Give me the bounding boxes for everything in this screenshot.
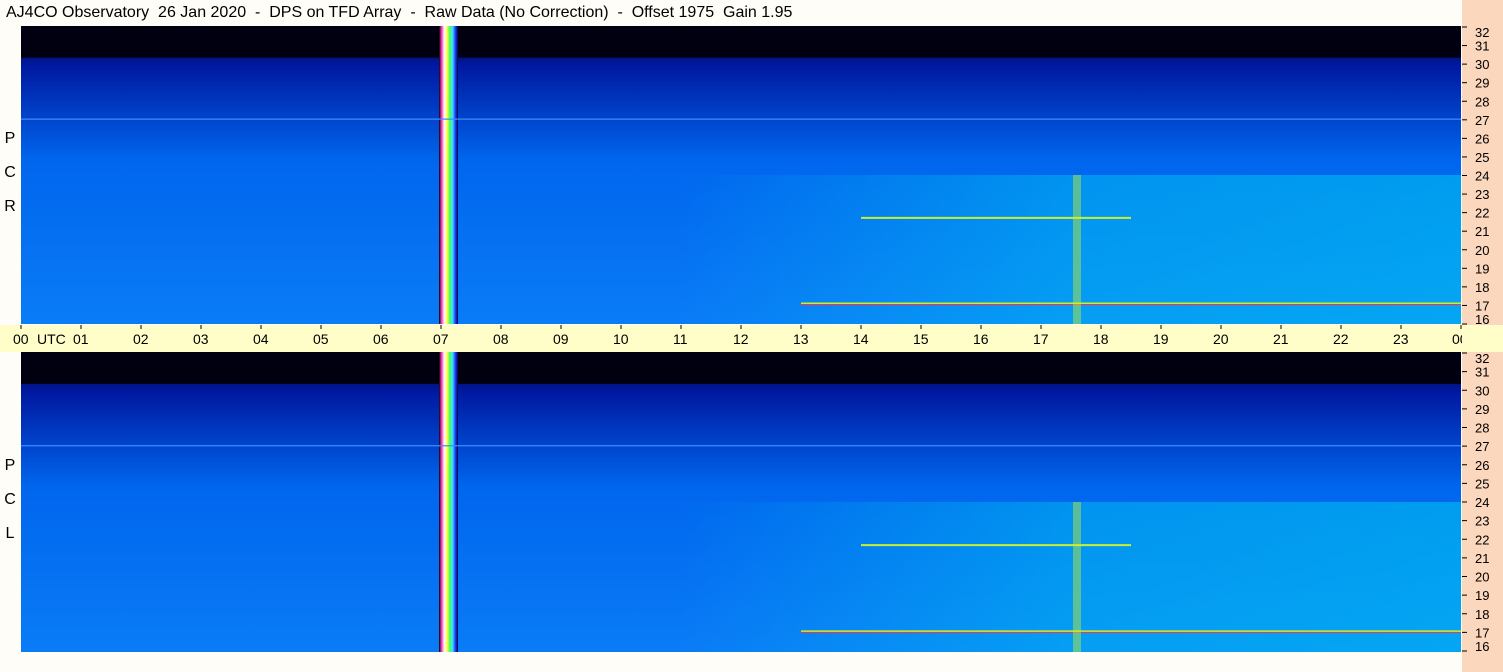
time-tick-label: 09: [553, 331, 569, 347]
frequency-tick-label: 16: [1475, 312, 1489, 325]
upper-band-dark-region: [21, 352, 1461, 384]
frequency-tick-label: 23: [1475, 187, 1489, 202]
time-tick-label: 03: [193, 331, 209, 347]
frequency-tick-label: 29: [1475, 402, 1489, 417]
time-tick-label: 22: [1333, 331, 1349, 347]
calibration-band: [439, 26, 458, 324]
time-axis: 00 01 02 03 04 05 06 07 08 09 10 11 12 13 14 15 16 17 18 19…: [0, 325, 1462, 352]
polarization-letter: L: [5, 525, 15, 542]
time-tick-label: 13: [793, 331, 809, 347]
frequency-tick-label: 20: [1475, 243, 1489, 258]
frequency-tick-label: 22: [1475, 206, 1489, 221]
time-tick-label: 17: [1033, 331, 1049, 347]
frequency-tick-label: 27: [1475, 439, 1489, 454]
time-tick-label: 00: [1452, 331, 1462, 347]
frequency-tick-label: 31: [1475, 39, 1489, 54]
frequency-tick-label: 21: [1475, 551, 1489, 566]
frequency-tick-label: 19: [1475, 588, 1489, 603]
radio-burst: [1073, 175, 1081, 324]
frequency-tick-label: 23: [1475, 514, 1489, 529]
frequency-axis-lcp-canvas: 3231302928272625242322212019181716: [1462, 351, 1489, 654]
time-tick-label: 19: [1153, 331, 1169, 347]
time-tick-label: 02: [133, 331, 149, 347]
time-tick-label: 08: [493, 331, 509, 347]
frequency-tick-label: 26: [1475, 131, 1489, 146]
daytime-noise-region: [681, 175, 1461, 324]
frequency-tick-label: 28: [1475, 421, 1489, 436]
frequency-axis-top-strip: [1462, 0, 1503, 26]
time-axis-canvas: 00 01 02 03 04 05 06 07 08 09 10 11 12 13 14 15 16 17 18 19…: [13, 325, 1462, 347]
upper-band-dark-region: [21, 26, 1461, 58]
mhz-unit-strip: [1462, 325, 1503, 352]
polarization-letter: P: [4, 457, 16, 474]
frequency-tick-label: 24: [1475, 169, 1489, 184]
frequency-tick-label: 30: [1475, 57, 1489, 72]
frequency-tick-label: 27: [1475, 113, 1489, 128]
frequency-axis-rcp-canvas: 3231302928272625242322212019181716: [1462, 25, 1489, 327]
frequency-tick-label: 20: [1475, 570, 1489, 585]
frequency-tick-label: 21: [1475, 224, 1489, 239]
frequency-tick-label: 31: [1475, 365, 1489, 380]
time-tick-label: 04: [253, 331, 269, 347]
time-tick-label: 21: [1273, 331, 1289, 347]
time-tick-label: 18: [1093, 331, 1109, 347]
frequency-tick-label: 18: [1475, 607, 1489, 622]
time-tick-label: 15: [913, 331, 929, 347]
frequency-tick-label: 18: [1475, 280, 1489, 295]
time-tick-label: 16: [973, 331, 989, 347]
radio-burst: [1073, 502, 1081, 652]
frequency-axis-rcp: 32 31 30 29 28 27 26 25 24 23 22 21 20 19 18 17 16: [1462, 25, 1503, 327]
time-tick-label: 23: [1393, 331, 1409, 347]
frequency-tick-label: 22: [1475, 532, 1489, 547]
calibration-band: [439, 352, 458, 652]
time-tick-label: 20: [1213, 331, 1229, 347]
frequency-tick-label: 16: [1475, 639, 1489, 652]
time-tick-label: 05: [313, 331, 329, 347]
time-tick-label: 12: [733, 331, 749, 347]
frequency-tick-label: 26: [1475, 458, 1489, 473]
frequency-tick-label: 30: [1475, 383, 1489, 398]
frequency-axis-bottom-strip: [1462, 652, 1503, 672]
time-tick-label: 11: [673, 331, 688, 347]
frequency-tick-label: 25: [1475, 150, 1489, 165]
time-tick-label: 14: [853, 331, 869, 347]
time-unit-label: UTC: [37, 331, 66, 347]
time-tick-label: 06: [373, 331, 389, 347]
time-tick-label: 07: [433, 331, 449, 347]
polarization-letter: P: [4, 130, 16, 147]
spectrogram-lcp: [21, 352, 1461, 652]
spectrogram-rcp-canvas: [21, 26, 1461, 324]
polarization-letter: C: [4, 491, 16, 508]
frequency-tick-label: 24: [1475, 495, 1489, 510]
frequency-axis-lcp: 32 31 30 29 28 27 26 25 24 23 22 21 20 19 18 17 16: [1462, 351, 1503, 654]
bottom-margin: [0, 652, 1462, 672]
spectrogram-lcp-canvas: [21, 352, 1461, 652]
time-tick-label: 01: [73, 331, 89, 347]
polarization-letter: C: [4, 164, 16, 181]
frequency-tick-label: 29: [1475, 76, 1489, 91]
daytime-noise-region: [681, 502, 1461, 652]
polarization-label-lcp: P C L: [0, 449, 20, 551]
frequency-tick-label: 19: [1475, 261, 1489, 276]
chart-title: AJ4CO Observatory 26 Jan 2020 - DPS on T…: [0, 0, 1462, 26]
frequency-tick-label: 25: [1475, 476, 1489, 491]
time-tick-label: 10: [613, 331, 629, 347]
polarization-label-rcp: P C R: [0, 122, 20, 224]
spectrogram-rcp: [21, 26, 1461, 324]
frequency-tick-label: 28: [1475, 94, 1489, 109]
time-tick-label: 00: [13, 331, 29, 347]
polarization-letter: R: [4, 198, 16, 215]
